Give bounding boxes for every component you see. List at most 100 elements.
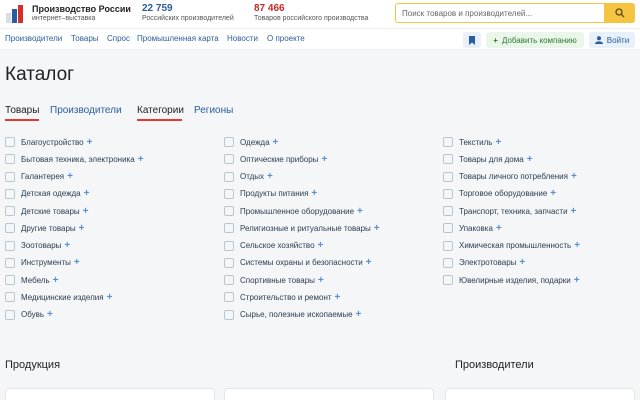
expand-plus-icon[interactable]: + <box>311 188 317 199</box>
nav-link-manufacturers[interactable]: Производители <box>5 34 62 43</box>
category-item[interactable]: Зоотовары + <box>5 240 70 252</box>
expand-plus-icon[interactable]: + <box>273 137 279 148</box>
manufacturers-count: 22 759 <box>142 3 173 14</box>
nav-link-industrial-map[interactable]: Промышленная карта <box>137 34 219 43</box>
product-card[interactable] <box>224 388 434 400</box>
category-item[interactable]: Отдых + <box>224 171 273 183</box>
category-icon <box>224 188 234 199</box>
category-icon <box>224 171 234 182</box>
category-item[interactable]: Другие товары + <box>5 222 85 234</box>
expand-plus-icon[interactable]: + <box>79 223 85 234</box>
expand-plus-icon[interactable]: + <box>374 223 380 234</box>
category-item[interactable]: Химическая промышленность + <box>443 240 580 252</box>
search-button[interactable] <box>605 3 635 23</box>
category-label: Промышленное оборудование <box>240 206 355 216</box>
category-item[interactable]: Мебель + <box>5 274 58 286</box>
expand-plus-icon[interactable]: + <box>83 206 89 217</box>
expand-plus-icon[interactable]: + <box>574 240 580 251</box>
category-icon <box>443 137 453 147</box>
expand-plus-icon[interactable]: + <box>107 292 113 303</box>
category-item[interactable]: Транспорт, техника, запчасти + <box>443 205 576 217</box>
expand-plus-icon[interactable]: + <box>47 309 53 320</box>
category-icon <box>224 223 234 234</box>
bookmark-button[interactable] <box>463 32 481 48</box>
category-item[interactable]: Товары для дома + <box>443 153 533 165</box>
category-item[interactable]: Товары личного потребления + <box>443 171 577 183</box>
category-item[interactable]: Сырье, полезные ископаемые + <box>224 309 361 321</box>
expand-plus-icon[interactable]: + <box>67 171 73 182</box>
tab-manufacturers[interactable]: Производители <box>50 105 122 116</box>
category-item[interactable]: Одежда + <box>224 136 278 148</box>
category-item[interactable]: Бытовая техника, электроника + <box>5 153 144 165</box>
category-item[interactable]: Торговое оборудование + <box>443 188 556 200</box>
category-label: Бытовая техника, электроника <box>21 154 135 164</box>
category-item[interactable]: Продукты питания + <box>224 188 317 200</box>
category-item[interactable]: Детские товары + <box>5 205 89 217</box>
category-item[interactable]: Детская одежда + <box>5 188 89 200</box>
products-section-title: Продукция <box>5 359 61 371</box>
expand-plus-icon[interactable]: + <box>496 223 502 234</box>
expand-plus-icon[interactable]: + <box>495 137 501 148</box>
category-item[interactable]: Электротовары + <box>443 257 525 269</box>
expand-plus-icon[interactable]: + <box>138 154 144 165</box>
category-item[interactable]: Благоустройство + <box>5 136 92 148</box>
login-button[interactable]: Войти <box>589 32 635 48</box>
expand-plus-icon[interactable]: + <box>527 154 533 165</box>
expand-plus-icon[interactable]: + <box>64 240 70 251</box>
nav-link-products[interactable]: Товары <box>71 34 99 43</box>
expand-plus-icon[interactable]: + <box>53 275 59 286</box>
category-item[interactable]: Оптические приборы + <box>224 153 327 165</box>
add-company-button[interactable]: + Добавить компанию <box>486 32 584 48</box>
expand-plus-icon[interactable]: + <box>318 275 324 286</box>
category-item[interactable]: Спортивные товары + <box>224 274 324 286</box>
tab-regions[interactable]: Регионы <box>194 105 233 116</box>
tab-products-underline <box>5 119 39 121</box>
category-item[interactable]: Упаковка + <box>443 222 502 234</box>
tab-categories-underline <box>137 119 182 121</box>
category-icon <box>5 275 15 285</box>
expand-plus-icon[interactable]: + <box>366 257 372 268</box>
expand-plus-icon[interactable]: + <box>318 240 324 251</box>
expand-plus-icon[interactable]: + <box>74 257 80 268</box>
logo-icon[interactable] <box>6 5 28 23</box>
product-card[interactable] <box>5 388 215 400</box>
category-label: Товары личного потребления <box>459 172 568 181</box>
expand-plus-icon[interactable]: + <box>321 154 327 165</box>
category-icon <box>5 188 15 199</box>
nav-link-news[interactable]: Новости <box>227 34 258 43</box>
nav-link-about[interactable]: О проекте <box>267 34 305 43</box>
category-icon <box>5 309 15 320</box>
category-item[interactable]: Медицинские изделия + <box>5 291 112 303</box>
tab-categories[interactable]: Категории <box>137 105 184 116</box>
category-label: Обувь <box>21 310 45 319</box>
category-item[interactable]: Промышленное оборудование + <box>224 205 363 217</box>
category-item[interactable]: Системы охраны и безопасности + <box>224 257 372 269</box>
category-item[interactable]: Текстиль + <box>443 136 501 148</box>
tab-products[interactable]: Товары <box>5 105 39 116</box>
expand-plus-icon[interactable]: + <box>357 206 363 217</box>
category-item[interactable]: Ювелирные изделия, подарки + <box>443 274 580 286</box>
expand-plus-icon[interactable]: + <box>267 171 273 182</box>
expand-plus-icon[interactable]: + <box>571 206 577 217</box>
category-item[interactable]: Строительство и ремонт + <box>224 291 340 303</box>
expand-plus-icon[interactable]: + <box>87 137 93 148</box>
expand-plus-icon[interactable]: + <box>84 188 90 199</box>
logo-title[interactable]: Производство России <box>32 4 131 14</box>
category-item[interactable]: Сельское хозяйство + <box>224 240 323 252</box>
category-item[interactable]: Инструменты + <box>5 257 80 269</box>
expand-plus-icon[interactable]: + <box>519 257 525 268</box>
page-title: Каталог <box>5 64 75 85</box>
category-label: Благоустройство <box>21 137 84 147</box>
category-item[interactable]: Галантерея + <box>5 171 73 183</box>
manufacturer-card[interactable] <box>445 388 635 400</box>
expand-plus-icon[interactable]: + <box>571 171 577 182</box>
expand-plus-icon[interactable]: + <box>335 292 341 303</box>
category-item[interactable]: Религиозные и ритуальные товары + <box>224 222 380 234</box>
category-item[interactable]: Обувь + <box>5 309 53 321</box>
nav-link-demand[interactable]: Спрос <box>107 34 130 43</box>
category-label: Системы охраны и безопасности <box>240 258 363 268</box>
expand-plus-icon[interactable]: + <box>574 275 580 286</box>
expand-plus-icon[interactable]: + <box>550 188 556 199</box>
expand-plus-icon[interactable]: + <box>356 309 362 320</box>
search-input[interactable] <box>395 3 605 23</box>
